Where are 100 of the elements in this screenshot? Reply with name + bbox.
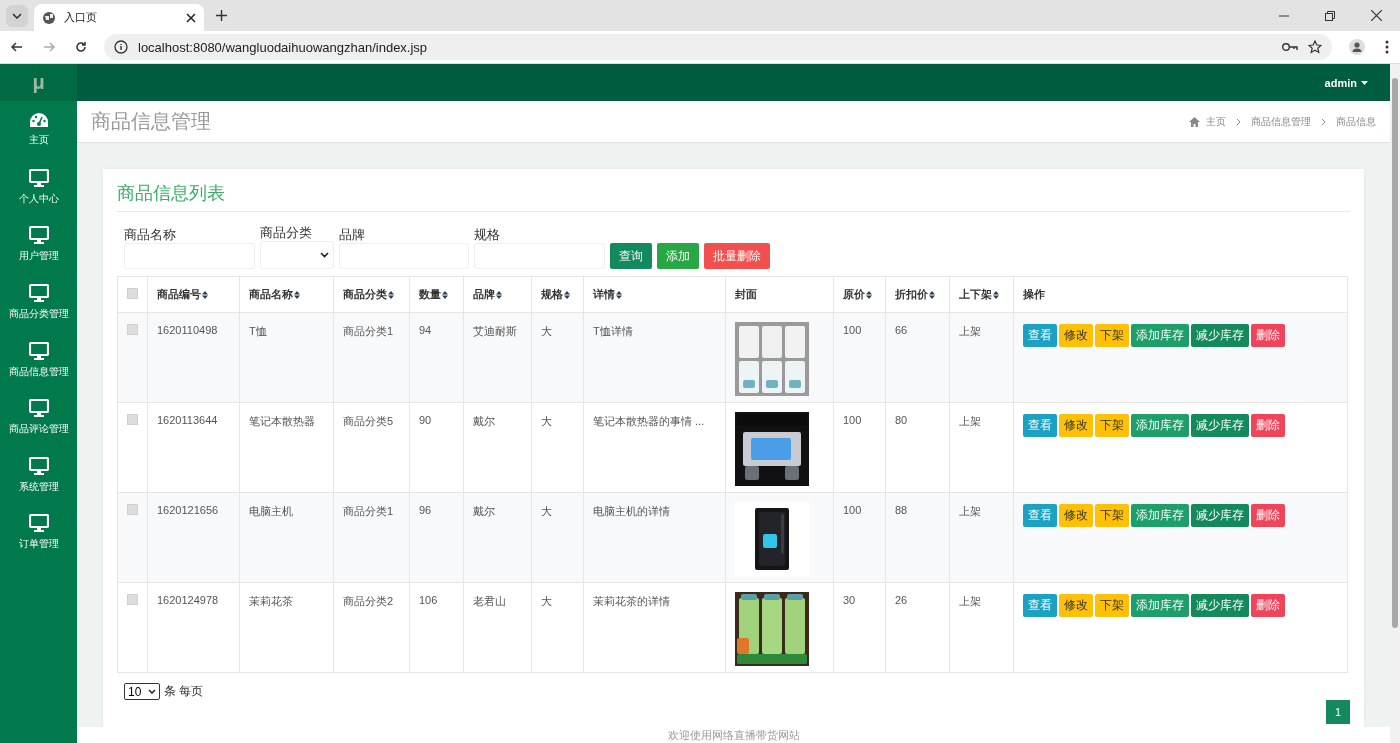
action-button[interactable]: 修改	[1059, 324, 1093, 347]
checkbox[interactable]	[127, 504, 138, 515]
table-cell: 商品分类5	[333, 402, 410, 493]
filter-label: 商品分类	[260, 225, 313, 241]
sort-icon	[993, 290, 999, 299]
action-button[interactable]: 减少库存	[1191, 504, 1249, 527]
column-header[interactable]: 规格	[531, 276, 584, 313]
back-icon[interactable]	[11, 41, 23, 53]
action-button[interactable]: 删除	[1251, 414, 1285, 437]
action-button[interactable]: 删除	[1251, 324, 1285, 347]
action-button[interactable]: 下架	[1095, 594, 1129, 617]
info-icon	[114, 40, 128, 54]
filter-label: 规格	[474, 227, 501, 243]
checkbox[interactable]	[127, 594, 138, 605]
column-header[interactable]: 商品分类	[333, 276, 410, 313]
table-cell: 商品分类1	[333, 492, 410, 583]
filter-button[interactable]: 查询	[610, 243, 652, 269]
select-field[interactable]	[260, 241, 334, 269]
column-header[interactable]: 原价	[833, 276, 886, 313]
action-button[interactable]: 查看	[1023, 414, 1057, 437]
action-button[interactable]: 修改	[1059, 594, 1093, 617]
sort-icon	[294, 290, 300, 299]
action-button[interactable]: 添加库存	[1131, 594, 1189, 617]
table-cell: 上架	[949, 492, 1014, 583]
sidebar-item[interactable]: 用户管理	[0, 216, 77, 274]
action-button[interactable]: 删除	[1251, 504, 1285, 527]
action-button[interactable]: 下架	[1095, 504, 1129, 527]
table-cell: 80	[885, 402, 950, 493]
sidebar-item[interactable]: 个人中心	[0, 158, 77, 217]
action-button[interactable]: 添加库存	[1131, 414, 1189, 437]
action-button[interactable]: 减少库存	[1191, 414, 1249, 437]
star-icon[interactable]	[1308, 40, 1322, 54]
table-cell: 94	[409, 312, 464, 403]
key-icon[interactable]	[1282, 42, 1298, 52]
table-cell: 1620113644	[147, 402, 240, 493]
filter-button[interactable]: 添加	[657, 243, 699, 269]
sort-icon	[442, 290, 448, 299]
new-tab-icon[interactable]	[216, 10, 227, 21]
caret-icon	[148, 689, 156, 694]
column-header: 操作	[1013, 276, 1348, 313]
action-button[interactable]: 查看	[1023, 504, 1057, 527]
action-button[interactable]: 查看	[1023, 594, 1057, 617]
sidebar-item[interactable]: 商品评论管理	[0, 388, 77, 447]
close-icon[interactable]	[1371, 10, 1382, 21]
table-cell: 1620124978	[147, 582, 240, 673]
column-header[interactable]: 数量	[409, 276, 464, 313]
card-title: 商品信息列表	[117, 181, 1350, 212]
filter-button[interactable]: 批量删除	[704, 243, 770, 269]
action-button[interactable]: 查看	[1023, 324, 1057, 347]
breadcrumb-link[interactable]: 主页	[1206, 114, 1226, 129]
column-header[interactable]: 详情	[583, 276, 726, 313]
action-button[interactable]: 下架	[1095, 324, 1129, 347]
reload-icon[interactable]	[75, 41, 87, 53]
scrollbar[interactable]	[1390, 64, 1400, 743]
column-header[interactable]: 品牌	[463, 276, 532, 313]
sidebar-item[interactable]: 商品分类管理	[0, 273, 77, 332]
column-header[interactable]: 商品名称	[239, 276, 334, 313]
breadcrumb-link[interactable]: 商品信息管理	[1251, 114, 1311, 129]
action-button[interactable]: 添加库存	[1131, 324, 1189, 347]
user-menu[interactable]: admin	[1324, 76, 1368, 89]
table-cell: 笔记本散热器的事情 ...	[583, 402, 726, 493]
column-header[interactable]: 折扣价	[885, 276, 950, 313]
tab-list-button[interactable]	[6, 4, 28, 27]
browser-tab[interactable]: 入口页	[34, 4, 204, 31]
page-button[interactable]: 1	[1326, 700, 1350, 724]
action-button[interactable]: 修改	[1059, 504, 1093, 527]
checkbox[interactable]	[127, 324, 138, 335]
table-cell: 戴尔	[463, 492, 532, 583]
address-bar[interactable]: localhost:8080/wangluodaihuowangzhan/index.jsp	[104, 34, 1332, 60]
sort-icon	[496, 290, 502, 299]
checkbox[interactable]	[127, 414, 138, 425]
sidebar-item[interactable]: 商品信息管理	[0, 331, 77, 389]
breadcrumb-link[interactable]: 商品信息	[1336, 114, 1376, 129]
action-button[interactable]: 修改	[1059, 414, 1093, 437]
checkbox[interactable]	[127, 288, 138, 299]
sidebar-item[interactable]: 系统管理	[0, 446, 77, 505]
sidebar-item[interactable]: 主页	[0, 101, 77, 159]
monitor-icon	[28, 514, 49, 533]
action-button[interactable]: 下架	[1095, 414, 1129, 437]
sort-icon	[564, 290, 570, 299]
column-header[interactable]: 上下架	[949, 276, 1014, 313]
column-header[interactable]: 商品编号	[147, 276, 240, 313]
table-cell: 艾迪耐斯	[463, 312, 532, 403]
table-cell: 88	[885, 492, 950, 583]
menu-icon[interactable]	[1385, 40, 1389, 54]
action-button[interactable]: 删除	[1251, 594, 1285, 617]
profile-icon[interactable]	[1349, 39, 1365, 55]
forward-icon[interactable]	[43, 41, 55, 53]
page-size-select[interactable]: 10	[124, 683, 160, 700]
restore-icon[interactable]	[1325, 10, 1335, 21]
sidebar-item[interactable]: 订单管理	[0, 504, 77, 562]
home-icon	[1189, 116, 1200, 127]
monitor-icon	[28, 399, 49, 418]
action-button[interactable]: 添加库存	[1131, 504, 1189, 527]
close-icon[interactable]	[186, 12, 196, 23]
action-button[interactable]: 减少库存	[1191, 594, 1249, 617]
table-cell: 茉莉花茶的详情	[583, 582, 726, 673]
table-cell: 1620110498	[147, 312, 240, 403]
action-button[interactable]: 减少库存	[1191, 324, 1249, 347]
column-header: 封面	[725, 276, 834, 313]
